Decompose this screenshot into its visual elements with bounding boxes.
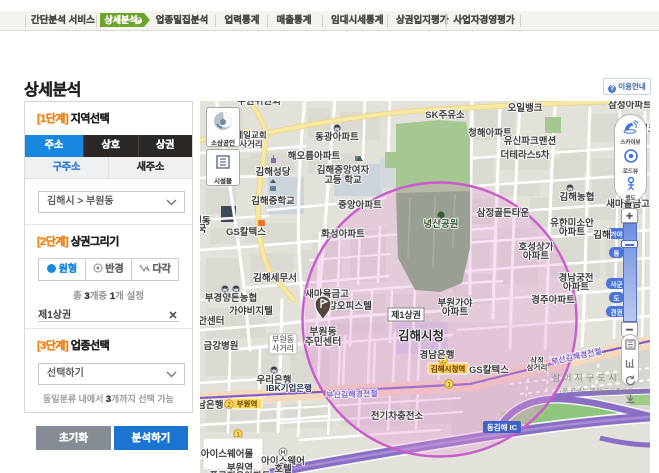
svg-text:강오피스텔: 강오피스텔 bbox=[328, 300, 372, 312]
svg-text:도: 도 bbox=[614, 295, 620, 303]
svg-text:아이스웨어몰: 아이스웨어몰 bbox=[201, 448, 254, 460]
svg-text:김해: 김해 bbox=[593, 229, 610, 241]
svg-text:유신파크맨션: 유신파크맨션 bbox=[504, 135, 556, 147]
svg-text:부경양돈농협: 부경양돈농협 bbox=[205, 292, 257, 304]
svg-text:제1상권: 제1상권 bbox=[391, 309, 421, 320]
svg-text:SK주유소: SK주유소 bbox=[425, 110, 465, 121]
svg-text:사거리: 사거리 bbox=[272, 344, 294, 353]
svg-text:전기차충전소: 전기차충전소 bbox=[371, 410, 424, 422]
svg-text:더테라스5차: 더테라스5차 bbox=[501, 149, 550, 161]
svg-text:부산김해경전철: 부산김해경전철 bbox=[326, 388, 378, 400]
svg-text:경남은행: 경남은행 bbox=[200, 399, 223, 411]
svg-text:동광아파트: 동광아파트 bbox=[315, 131, 359, 143]
svg-text:국: 국 bbox=[200, 224, 207, 235]
svg-text:치안센터: 치안센터 bbox=[200, 315, 224, 327]
svg-text:삼정골든타운: 삼정골든타운 bbox=[477, 207, 530, 219]
svg-text:삼거리: 삼거리 bbox=[527, 362, 548, 372]
svg-text:부원동: 부원동 bbox=[272, 335, 294, 344]
svg-text:경남은행: 경남은행 bbox=[420, 349, 455, 361]
svg-text:김해성당: 김해성당 bbox=[256, 166, 291, 178]
svg-text:금강병원: 금강병원 bbox=[204, 340, 239, 352]
svg-text:해오름아파트: 해오름아파트 bbox=[288, 150, 341, 162]
svg-text:아파트: 아파트 bbox=[523, 250, 549, 262]
svg-text:오일뱅크: 오일뱅크 bbox=[508, 102, 543, 114]
svg-text:아파트: 아파트 bbox=[442, 306, 468, 318]
svg-text:경주아파트: 경주아파트 bbox=[531, 294, 575, 306]
svg-text:GS칼텍스: GS칼텍스 bbox=[226, 226, 266, 238]
svg-text:GS칼텍스: GS칼텍스 bbox=[469, 364, 509, 376]
svg-text:화성아파트: 화성아파트 bbox=[321, 228, 365, 240]
svg-text:₩: ₩ bbox=[271, 369, 277, 375]
svg-text:김해농협: 김해농협 bbox=[560, 191, 595, 203]
svg-text:아파트: 아파트 bbox=[563, 281, 589, 293]
svg-text:고등 학교: 고등 학교 bbox=[324, 174, 362, 186]
svg-text:부원위원회: 부원위원회 bbox=[237, 101, 281, 107]
svg-text:부원역: 부원역 bbox=[237, 399, 258, 409]
svg-text:중앙아파트: 중앙아파트 bbox=[338, 199, 382, 211]
svg-text:김해시청: 김해시청 bbox=[398, 328, 444, 343]
svg-text:동: 동 bbox=[614, 250, 620, 258]
svg-text:녕산공원: 녕산공원 bbox=[424, 218, 459, 230]
svg-text:호텔: 호텔 bbox=[274, 463, 292, 473]
svg-text:사거리: 사거리 bbox=[239, 139, 262, 149]
svg-text:김해시청역: 김해시청역 bbox=[431, 364, 466, 374]
svg-text:동김해 IC: 동김해 IC bbox=[487, 422, 518, 432]
svg-text:가야비지텔: 가야비지텔 bbox=[229, 305, 273, 317]
svg-text:IBK기업은행: IBK기업은행 bbox=[266, 383, 312, 393]
svg-text:삼정아파트: 삼정아파트 bbox=[608, 101, 650, 111]
svg-text:김해세무서: 김해세무서 bbox=[253, 272, 297, 284]
svg-text:주민센터: 주민센터 bbox=[305, 335, 342, 348]
svg-text:아파트: 아파트 bbox=[559, 226, 585, 238]
svg-text:김해중학교: 김해중학교 bbox=[251, 195, 295, 207]
